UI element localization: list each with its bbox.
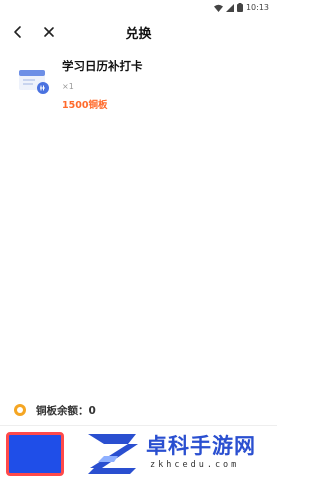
watermark-url: zkhcedu.com bbox=[150, 460, 240, 470]
page-title: 兑换 bbox=[125, 27, 152, 42]
balance-row: 铜板余额：0 bbox=[14, 402, 96, 418]
item-price: 1500铜板 bbox=[62, 100, 108, 111]
signal-icon bbox=[225, 3, 234, 12]
item-name: 学习日历补打卡 bbox=[62, 59, 143, 73]
status-time: 10:13 bbox=[245, 3, 269, 12]
watermark: 卓科手游网 zkhcedu.com bbox=[78, 426, 277, 482]
calendar-icon bbox=[18, 64, 52, 98]
status-icons: 10:13 bbox=[213, 3, 269, 12]
item-quantity: ×1 bbox=[62, 82, 74, 91]
watermark-logo-icon bbox=[88, 434, 138, 474]
balance-label: 铜板余额：0 bbox=[36, 404, 96, 417]
battery-icon bbox=[236, 3, 243, 12]
wifi-icon bbox=[213, 4, 223, 12]
exchange-item: 学习日历补打卡 ×1 1500铜板 bbox=[14, 56, 264, 116]
watermark-title: 卓科手游网 bbox=[146, 434, 256, 458]
exchange-button[interactable] bbox=[6, 432, 64, 476]
coin-icon bbox=[14, 404, 26, 416]
status-bar: 10:13 bbox=[0, 0, 277, 18]
header: 兑换 bbox=[0, 18, 277, 48]
